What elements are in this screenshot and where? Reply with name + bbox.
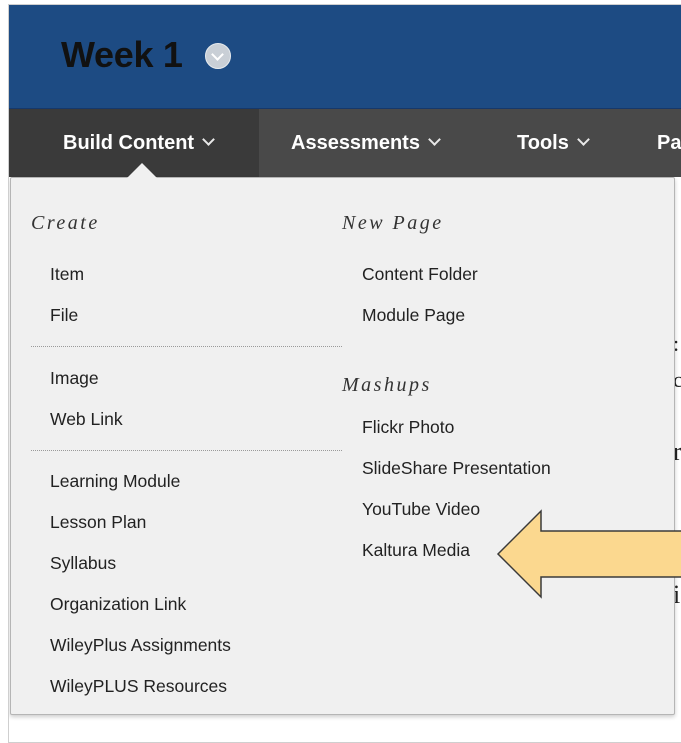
new-page-heading: New Page bbox=[342, 212, 444, 234]
menu-item-item[interactable]: Item bbox=[50, 264, 84, 285]
menu-item-organization-link[interactable]: Organization Link bbox=[50, 594, 186, 615]
chevron-down-icon bbox=[202, 133, 215, 146]
build-content-dropdown: Create Item File Image Web Link Learning… bbox=[10, 177, 675, 715]
assessments-menu[interactable]: Assessments bbox=[291, 109, 441, 177]
partners-label: Pa bbox=[657, 132, 681, 154]
chevron-down-circle-icon[interactable] bbox=[205, 43, 231, 69]
left-arrow-callout bbox=[496, 509, 681, 599]
menu-item-module-page[interactable]: Module Page bbox=[362, 305, 465, 326]
menu-item-lesson-plan[interactable]: Lesson Plan bbox=[50, 512, 146, 533]
page-header: Week 1 bbox=[9, 5, 681, 109]
chevron-down-icon bbox=[428, 133, 441, 146]
create-heading: Create bbox=[31, 212, 100, 234]
tools-label: Tools bbox=[517, 132, 569, 154]
chevron-down-icon bbox=[576, 133, 590, 146]
separator bbox=[31, 346, 342, 347]
action-menubar: Build Content Assessments Tools Pa bbox=[9, 109, 681, 177]
menu-item-web-link[interactable]: Web Link bbox=[50, 409, 123, 430]
menu-item-file[interactable]: File bbox=[50, 305, 78, 326]
menu-item-image[interactable]: Image bbox=[50, 368, 99, 389]
build-content-label: Build Content bbox=[63, 132, 195, 154]
menu-item-flickr-photo[interactable]: Flickr Photo bbox=[362, 417, 454, 438]
dropdown-caret bbox=[127, 163, 157, 178]
menu-item-syllabus[interactable]: Syllabus bbox=[50, 553, 116, 574]
menu-item-wileyplus-resources[interactable]: WileyPLUS Resources bbox=[50, 676, 227, 697]
menu-item-slideshare-presentation[interactable]: SlideShare Presentation bbox=[362, 458, 551, 479]
menu-item-wileyplus-assignments[interactable]: WileyPlus Assignments bbox=[50, 635, 231, 656]
tools-menu[interactable]: Tools bbox=[517, 109, 590, 177]
menu-item-content-folder[interactable]: Content Folder bbox=[362, 264, 478, 285]
page-title: Week 1 bbox=[61, 34, 183, 75]
separator bbox=[31, 450, 342, 451]
menu-item-kaltura-media[interactable]: Kaltura Media bbox=[362, 540, 470, 561]
menu-item-learning-module[interactable]: Learning Module bbox=[50, 471, 180, 492]
mashups-heading: Mashups bbox=[342, 374, 432, 396]
menu-item-youtube-video[interactable]: YouTube Video bbox=[362, 499, 480, 520]
assessments-label: Assessments bbox=[291, 132, 420, 154]
partners-menu[interactable]: Pa bbox=[657, 109, 681, 177]
course-content-frame: Week 1 Build Content Assessments Tools P… bbox=[8, 4, 681, 743]
